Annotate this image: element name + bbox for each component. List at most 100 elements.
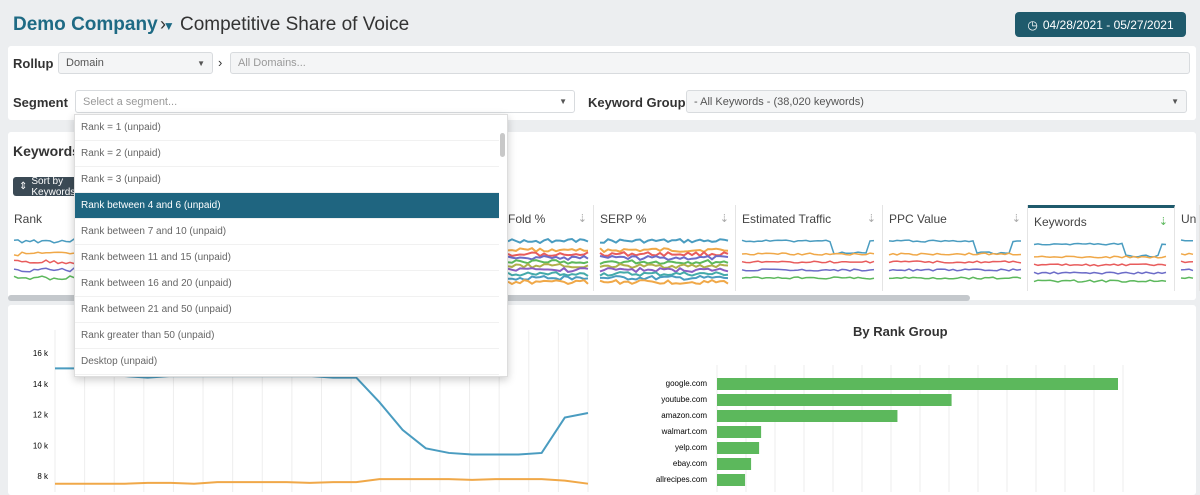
keyword-group-label: Keyword Group bbox=[588, 95, 686, 110]
bar-label: google.com bbox=[666, 379, 708, 388]
sparkline-series bbox=[741, 239, 875, 255]
sparkline-series bbox=[741, 252, 875, 256]
sparkline-series bbox=[599, 258, 729, 265]
sparkline-series bbox=[599, 278, 729, 286]
sort-icon[interactable]: ⇣ bbox=[720, 212, 729, 226]
column-fold-[interactable]: Fold % ⇣ bbox=[502, 205, 594, 291]
bar[interactable] bbox=[717, 426, 762, 438]
segment-option[interactable]: Rank = 3 (unpaid) bbox=[75, 167, 499, 193]
sort-button[interactable]: ⇕ Sort by Keywords bbox=[13, 176, 83, 198]
segment-option[interactable]: Rank between 11 and 15 (unpaid) bbox=[75, 245, 499, 271]
segment-option[interactable]: Rank between 16 and 20 (unpaid) bbox=[75, 271, 499, 297]
sparkline-series bbox=[599, 237, 729, 244]
domains-placeholder: All Domains... bbox=[238, 57, 306, 69]
sparkline-series bbox=[507, 271, 589, 277]
sparkline-series bbox=[507, 237, 589, 245]
segment-label: Segment bbox=[13, 95, 68, 110]
sparkline-series bbox=[1180, 260, 1194, 264]
domains-input[interactable]: All Domains... bbox=[230, 52, 1190, 74]
dropdown-scrollbar[interactable] bbox=[500, 133, 505, 157]
sparkline-series bbox=[507, 278, 589, 286]
breadcrumb-separator-icon: › bbox=[160, 14, 166, 34]
column-un[interactable]: Un bbox=[1175, 205, 1200, 291]
y-tick-label: 14 k bbox=[33, 380, 49, 389]
column-estimated-traffic[interactable]: Estimated Traffic ⇣ bbox=[736, 205, 883, 291]
column-label: Rank bbox=[14, 212, 43, 226]
bar[interactable] bbox=[717, 442, 760, 454]
segment-option[interactable]: Rank between 7 and 10 (unpaid) bbox=[75, 219, 499, 245]
bar[interactable] bbox=[717, 394, 952, 406]
column-label: PPC Value bbox=[889, 212, 947, 226]
sparkline-series bbox=[508, 275, 589, 281]
date-range-text: 04/28/2021 - 05/27/2021 bbox=[1042, 17, 1174, 32]
sparkline bbox=[741, 239, 875, 280]
clock-icon: ◷ bbox=[1027, 17, 1038, 32]
segment-option[interactable]: Rank = 2 (unpaid) bbox=[75, 141, 499, 167]
caret-down-icon: ▼ bbox=[1171, 97, 1179, 106]
segment-select[interactable]: Select a segment... ▼ bbox=[75, 90, 575, 113]
keywords-card-title: Keywords bbox=[13, 143, 80, 159]
company-name: Demo Company bbox=[13, 14, 158, 35]
sort-icon[interactable]: ⇣ bbox=[1159, 215, 1168, 229]
sparkline-series bbox=[888, 276, 1022, 280]
column-keywords[interactable]: Keywords ⇣ bbox=[1028, 205, 1175, 291]
segment-option[interactable]: Rank greater than 50 (unpaid) bbox=[75, 323, 499, 349]
date-range-button[interactable]: ◷ 04/28/2021 - 05/27/2021 bbox=[1015, 12, 1186, 37]
y-tick-label: 16 k bbox=[33, 349, 49, 358]
sparkline-series bbox=[888, 268, 1022, 272]
column-label: SERP % bbox=[600, 212, 647, 226]
rollup-value: Domain bbox=[66, 57, 104, 69]
bar[interactable] bbox=[717, 458, 752, 470]
sparkline-series bbox=[507, 262, 589, 269]
bar[interactable] bbox=[717, 410, 898, 422]
bar[interactable] bbox=[717, 378, 1118, 390]
company-selector[interactable]: Demo Company ▼ bbox=[13, 14, 175, 36]
bar[interactable] bbox=[717, 474, 746, 486]
bar-chart-title: By Rank Group bbox=[853, 324, 948, 339]
sparkline-series bbox=[599, 255, 729, 261]
sort-icon: ⇕ bbox=[19, 181, 28, 192]
sparkline bbox=[1033, 242, 1167, 283]
sort-icon[interactable]: ⇣ bbox=[578, 212, 587, 226]
sparkline-series bbox=[599, 262, 729, 270]
bar-label: walmart.com bbox=[661, 427, 708, 436]
bar-chart: google.com youtube.com amazon.com walmart.c… bbox=[656, 365, 1124, 492]
sparkline-series bbox=[741, 260, 875, 264]
sparkline-series bbox=[1180, 239, 1194, 242]
sparkline-series bbox=[1033, 271, 1167, 275]
bar-label: allrecipes.com bbox=[656, 475, 707, 484]
sparkline-series bbox=[507, 254, 589, 262]
rollup-label: Rollup bbox=[13, 56, 54, 71]
sort-icon[interactable]: ⇣ bbox=[867, 212, 876, 226]
y-tick-label: 10 k bbox=[33, 441, 49, 450]
sparkline-series bbox=[888, 260, 1022, 264]
sparkline-series bbox=[1180, 276, 1194, 280]
column-ppc-value[interactable]: PPC Value ⇣ bbox=[883, 205, 1028, 291]
rollup-select[interactable]: Domain ▼ bbox=[58, 52, 213, 74]
bar-label: amazon.com bbox=[661, 411, 707, 420]
segment-option[interactable]: Desktop (unpaid) bbox=[75, 349, 499, 375]
sparkline-series bbox=[600, 274, 729, 281]
sparkline-series bbox=[888, 252, 1022, 256]
column-label: Estimated Traffic bbox=[742, 212, 832, 226]
caret-down-icon: ▼ bbox=[197, 58, 205, 68]
sparkline bbox=[888, 239, 1022, 280]
sparkline-series bbox=[1180, 268, 1194, 272]
bar-label: yelp.com bbox=[675, 443, 707, 452]
sparkline-series bbox=[741, 276, 875, 280]
column-label: Un bbox=[1181, 212, 1197, 226]
segment-option[interactable]: Rank between 21 and 50 (unpaid) bbox=[75, 297, 499, 323]
column-serp-[interactable]: SERP % ⇣ bbox=[594, 205, 736, 291]
sort-icon[interactable]: ⇣ bbox=[1012, 212, 1021, 226]
sparkline-series bbox=[599, 250, 729, 258]
sparkline bbox=[1180, 239, 1194, 280]
sparkline-series bbox=[1180, 252, 1194, 256]
keyword-group-select[interactable]: - All Keywords - (38,020 keywords) ▼ bbox=[686, 90, 1187, 113]
segment-option[interactable]: Rank between 4 and 6 (unpaid) bbox=[75, 193, 499, 219]
sparkline-series bbox=[1033, 279, 1167, 283]
sparkline bbox=[507, 237, 589, 286]
segment-placeholder: Select a segment... bbox=[83, 95, 178, 108]
y-tick-label: 8 k bbox=[37, 472, 49, 481]
sparkline-series bbox=[1033, 242, 1167, 258]
segment-option[interactable]: Rank = 1 (unpaid) bbox=[75, 115, 499, 141]
